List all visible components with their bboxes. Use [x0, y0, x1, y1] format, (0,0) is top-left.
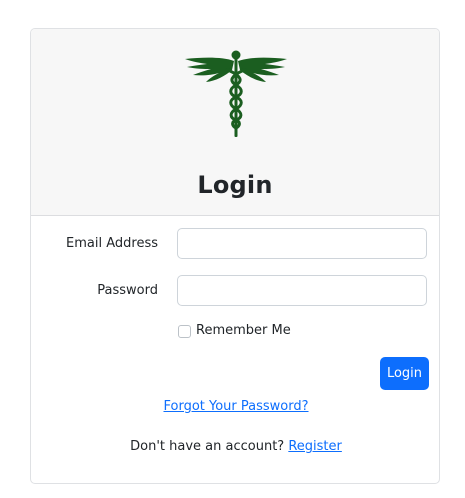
register-row: Don't have an account? Register: [31, 439, 439, 454]
remember-me-label: Remember Me: [196, 323, 291, 338]
page-title: Login: [197, 171, 273, 199]
register-link[interactable]: Register: [288, 439, 342, 454]
card-header: Login: [31, 29, 439, 216]
password-field[interactable]: [177, 275, 427, 306]
login-button[interactable]: Login: [380, 357, 429, 390]
email-field[interactable]: [177, 228, 427, 259]
password-label: Password: [97, 283, 158, 298]
remember-me-checkbox[interactable]: [178, 325, 191, 338]
login-card: Login Email Address Password Remember Me…: [30, 28, 440, 484]
no-account-text: Don't have an account?: [130, 439, 289, 454]
forgot-password-link[interactable]: Forgot Your Password?: [31, 399, 439, 414]
caduceus-icon: [185, 50, 287, 137]
email-label: Email Address: [66, 236, 158, 251]
